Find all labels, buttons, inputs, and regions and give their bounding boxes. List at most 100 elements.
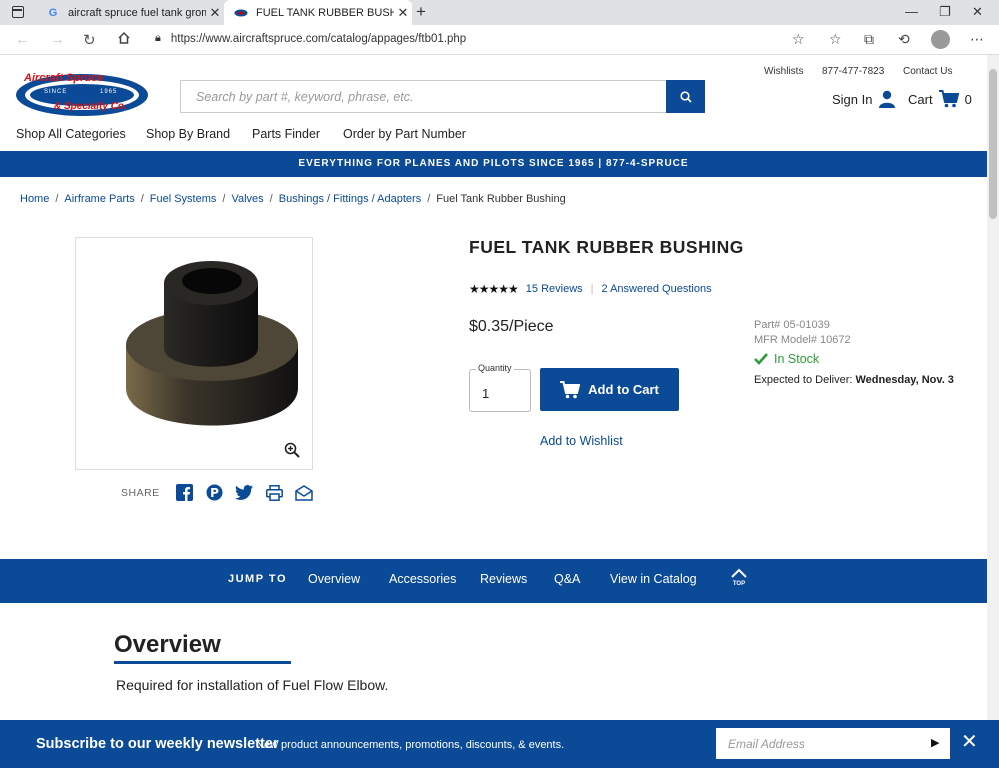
nav-parts-finder[interactable]: Parts Finder — [252, 127, 320, 141]
nav-order-by-part-number[interactable]: Order by Part Number — [343, 127, 466, 141]
product-image[interactable] — [75, 237, 313, 470]
questions-link[interactable]: 2 Answered Questions — [602, 283, 712, 295]
address-bar: ← → ↻ 🔒︎ https://www.aircraftspruce.com/… — [0, 25, 999, 55]
reviews-link[interactable]: 15 Reviews — [526, 283, 583, 295]
newsletter-bar: Subscribe to our weekly newsletter New p… — [0, 720, 999, 768]
window-close-icon[interactable]: ✕ — [972, 4, 983, 20]
refresh-icon[interactable]: ↻ — [83, 31, 96, 49]
newsletter-title: Subscribe to our weekly newsletter — [36, 736, 279, 752]
facebook-icon[interactable] — [175, 483, 194, 502]
top-label: TOP — [732, 581, 746, 587]
logo-text-bottom: & Specialty Co. — [54, 101, 127, 112]
print-icon[interactable] — [265, 483, 284, 502]
rating-row: ★★★★★ 15 Reviews | 2 Answered Questions — [469, 282, 712, 296]
user-icon — [879, 90, 896, 108]
jump-reviews[interactable]: Reviews — [480, 572, 527, 586]
sign-in-link[interactable]: Sign In — [832, 90, 896, 108]
back-to-top-button[interactable]: TOP — [730, 568, 748, 589]
contact-us-link[interactable]: Contact Us — [903, 66, 952, 77]
overview-underline — [114, 661, 291, 664]
new-tab-icon[interactable]: + — [416, 2, 426, 22]
browser-tab-1[interactable]: G aircraft spruce fuel tank gromme ✕ — [36, 0, 224, 25]
home-icon[interactable] — [117, 31, 131, 49]
forward-icon[interactable]: → — [50, 31, 65, 48]
pinterest-icon[interactable]: P — [205, 483, 224, 502]
quantity-field[interactable]: Quantity 1 — [469, 363, 531, 412]
breadcrumb-valves[interactable]: Valves — [231, 193, 263, 205]
aircraft-spruce-logo[interactable]: Aircraft Spruce SINCE 1965 & Specialty C… — [14, 72, 150, 118]
overview-heading: Overview — [114, 631, 221, 658]
email-share-icon[interactable] — [295, 483, 314, 502]
minimize-icon[interactable]: — — [905, 4, 918, 19]
jump-overview[interactable]: Overview — [308, 572, 360, 586]
delivery-estimate: Expected to Deliver: Wednesday, Nov. 3 — [754, 374, 954, 386]
cart-label: Cart — [908, 91, 933, 107]
scrollbar-thumb[interactable] — [989, 69, 997, 219]
nav-shop-by-brand[interactable]: Shop By Brand — [146, 127, 230, 141]
breadcrumb-airframe-parts[interactable]: Airframe Parts — [64, 193, 134, 205]
page-scrollbar[interactable] — [987, 55, 999, 768]
svg-text:P: P — [210, 486, 219, 500]
aircraft-spruce-favicon-icon — [234, 6, 248, 20]
back-icon[interactable]: ← — [15, 31, 30, 48]
star-rating-icon[interactable]: ★★★★★ — [469, 282, 519, 296]
submit-arrow-icon[interactable]: ▶ — [931, 736, 939, 749]
product-price: $0.35/Piece — [469, 318, 554, 335]
share-label: SHARE — [121, 486, 160, 499]
logo-year: 1965 — [100, 89, 118, 95]
logo-text-top: Aircraft Spruce — [24, 72, 104, 84]
url-field[interactable]: 🔒︎ https://www.aircraftspruce.com/catalo… — [155, 32, 466, 45]
quantity-value[interactable]: 1 — [482, 386, 489, 401]
wishlists-link[interactable]: Wishlists — [764, 66, 803, 77]
cart-icon — [560, 380, 581, 398]
search-input[interactable]: Search by part #, keyword, phrase, etc. — [180, 80, 667, 113]
overview-text: Required for installation of Fuel Flow E… — [116, 677, 389, 693]
breadcrumb-current: Fuel Tank Rubber Bushing — [436, 193, 566, 205]
jump-view-in-catalog[interactable]: View in Catalog — [610, 572, 697, 586]
breadcrumb-bushings[interactable]: Bushings / Fittings / Adapters — [279, 193, 421, 205]
url-text: https://www.aircraftspruce.com/catalog/a… — [170, 32, 467, 45]
newsletter-subtitle: New product announcements, promotions, d… — [256, 739, 565, 751]
tab-title: aircraft spruce fuel tank gromme — [68, 6, 206, 19]
cart-icon — [938, 90, 959, 108]
part-info: Part# 05-01039 MFR Model# 10672 — [754, 318, 851, 348]
add-to-cart-button[interactable]: Add to Cart — [540, 368, 679, 411]
jump-qa[interactable]: Q&A — [554, 572, 580, 586]
sign-in-label: Sign In — [832, 91, 873, 107]
add-to-wishlist-link[interactable]: Add to Wishlist — [540, 434, 623, 448]
collections-icon[interactable]: ⧉ — [864, 31, 874, 48]
browser-tab-2-active[interactable]: FUEL TANK RUBBER BUSHING | A ✕ — [224, 0, 412, 25]
checkmark-icon — [754, 353, 768, 365]
tab-title: FUEL TANK RUBBER BUSHING | A — [256, 6, 394, 19]
profile-avatar[interactable] — [931, 30, 950, 49]
zoom-icon[interactable] — [284, 442, 300, 462]
product-title: FUEL TANK RUBBER BUSHING — [469, 237, 744, 257]
cart-link[interactable]: Cart 0 — [908, 90, 972, 108]
chevron-up-icon — [731, 568, 747, 578]
phone-link[interactable]: 877-477-7823 — [822, 66, 884, 77]
email-field[interactable]: Email Address — [716, 728, 950, 759]
tab-actions-icon[interactable] — [12, 6, 24, 18]
history-icon[interactable]: ⟲ — [898, 31, 910, 48]
google-favicon-icon: G — [48, 6, 58, 19]
favorites-icon[interactable]: ☆ — [829, 31, 842, 48]
search-icon — [679, 90, 692, 103]
add-favorite-icon[interactable]: ☆ — [792, 31, 805, 48]
breadcrumb-home[interactable]: Home — [20, 193, 49, 205]
lock-icon: 🔒︎ — [155, 32, 161, 44]
cart-count: 0 — [964, 91, 972, 107]
more-menu-icon[interactable]: ⋯ — [970, 31, 984, 48]
close-icon[interactable]: ✕ — [961, 729, 978, 754]
close-tab-icon[interactable]: ✕ — [206, 5, 224, 21]
jump-to-label: JUMP TO — [228, 573, 287, 585]
twitter-icon[interactable] — [235, 483, 254, 502]
jump-accessories[interactable]: Accessories — [389, 572, 456, 586]
breadcrumb-fuel-systems[interactable]: Fuel Systems — [150, 193, 217, 205]
nav-shop-all-categories[interactable]: Shop All Categories — [16, 127, 126, 141]
search-button[interactable] — [666, 80, 705, 113]
close-tab-icon[interactable]: ✕ — [394, 5, 412, 21]
mfr-model: MFR Model# 10672 — [754, 334, 851, 346]
breadcrumb: Home / Airframe Parts / Fuel Systems / Valv… — [20, 193, 566, 205]
deliver-label: Expected to Deliver: — [754, 374, 853, 386]
maximize-icon[interactable]: ❐ — [939, 4, 951, 20]
